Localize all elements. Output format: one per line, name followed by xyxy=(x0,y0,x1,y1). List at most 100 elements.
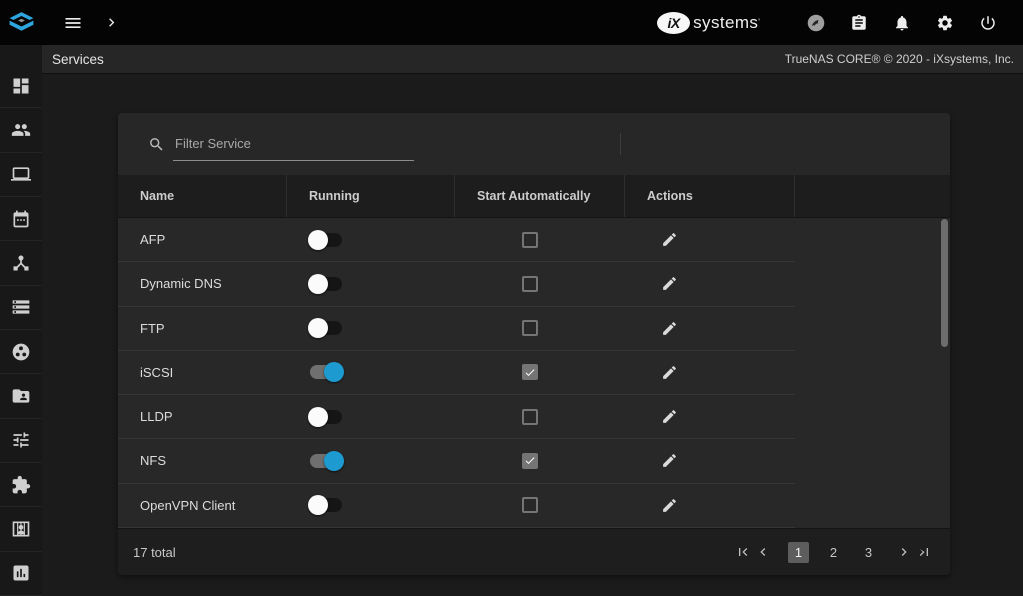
services-card: Name Running Start Automatically Actions… xyxy=(118,113,950,575)
hamburger-menu-icon xyxy=(63,13,83,33)
edit-pencil-icon xyxy=(661,320,678,337)
column-header[interactable]: Name xyxy=(118,175,287,217)
page-title: Services xyxy=(52,52,104,67)
truenas-account-button[interactable] xyxy=(803,14,829,32)
settings-button[interactable] xyxy=(932,14,958,32)
start-automatically-checkbox[interactable] xyxy=(522,276,538,292)
actions-cell xyxy=(625,449,795,473)
pager-nav-right xyxy=(894,544,934,560)
sidebar-item-icon xyxy=(11,519,31,539)
service-name: iSCSI xyxy=(118,365,287,380)
pager-nav-left xyxy=(733,544,773,560)
start-automatically-checkbox[interactable] xyxy=(522,409,538,425)
edit-pencil-icon xyxy=(661,408,678,425)
edit-service-button[interactable] xyxy=(657,228,681,252)
sidebar-item-icon xyxy=(11,342,31,362)
edit-pencil-icon xyxy=(661,452,678,469)
service-name: AFP xyxy=(118,232,287,247)
checkmark-icon xyxy=(524,454,536,467)
power-button[interactable] xyxy=(975,14,1001,32)
edit-pencil-icon xyxy=(661,364,678,381)
sidebar-item-icon xyxy=(11,297,31,317)
sidebar-item-network[interactable] xyxy=(0,241,42,285)
service-name: FTP xyxy=(118,321,287,336)
running-toggle[interactable] xyxy=(308,274,344,294)
sidebar-item-tasks[interactable] xyxy=(0,197,42,241)
sidebar-item-services[interactable] xyxy=(0,419,42,463)
sidebar-item-icon xyxy=(11,253,31,273)
edit-service-button[interactable] xyxy=(657,360,681,384)
actions-cell xyxy=(625,493,795,517)
previous-page-button[interactable] xyxy=(754,544,772,560)
navigate-forward-button[interactable] xyxy=(103,14,120,31)
sidebar-item-icon xyxy=(11,164,31,184)
start-automatically-cell xyxy=(455,497,625,513)
start-automatically-checkbox[interactable] xyxy=(522,453,538,469)
start-automatically-checkbox[interactable] xyxy=(522,232,538,248)
column-header[interactable]: Running xyxy=(287,175,455,217)
sidebar-item-reporting[interactable] xyxy=(0,552,42,596)
edit-service-button[interactable] xyxy=(657,316,681,340)
truenas-logo[interactable] xyxy=(0,0,42,45)
sidebar-item-icon xyxy=(11,386,31,406)
actions-cell xyxy=(625,405,795,429)
sidebar-item-dashboard[interactable] xyxy=(0,64,42,108)
start-automatically-checkbox[interactable] xyxy=(522,320,538,336)
last-page-button[interactable] xyxy=(915,544,933,560)
sidebar-item-plugins[interactable] xyxy=(0,463,42,507)
toggle-knob xyxy=(308,318,328,338)
edit-service-button[interactable] xyxy=(657,272,681,296)
page-button[interactable]: 3 xyxy=(858,542,879,563)
task-manager-button[interactable] xyxy=(846,14,872,32)
toggle-knob xyxy=(308,407,328,427)
start-automatically-cell xyxy=(455,232,625,248)
sidebar-item-icon xyxy=(11,475,31,495)
running-toggle[interactable] xyxy=(308,407,344,427)
sidebar-item-icon xyxy=(11,563,31,583)
table-row: FTP xyxy=(118,307,795,351)
sidebar-item-directory-services[interactable] xyxy=(0,330,42,374)
column-header[interactable]: Start Automatically xyxy=(455,175,625,217)
actions-cell xyxy=(625,360,795,384)
paginator: 1 2 3 xyxy=(733,542,934,563)
running-toggle[interactable] xyxy=(308,451,344,471)
first-page-button[interactable] xyxy=(734,544,752,560)
start-automatically-cell xyxy=(455,409,625,425)
table-row: Dynamic DNS xyxy=(118,262,795,306)
page-button[interactable]: 2 xyxy=(823,542,844,563)
start-automatically-checkbox[interactable] xyxy=(522,364,538,380)
table-row: AFP xyxy=(118,218,795,262)
sidebar-item-icon xyxy=(11,209,31,229)
toggle-knob xyxy=(308,274,328,294)
table-row: iSCSI xyxy=(118,351,795,395)
edit-pencil-icon xyxy=(661,497,678,514)
running-toggle[interactable] xyxy=(308,495,344,515)
truenas-box-icon xyxy=(8,11,35,34)
sidebar-item-system[interactable] xyxy=(0,153,42,197)
sidebar-item-sharing[interactable] xyxy=(0,374,42,418)
table-row: LLDP xyxy=(118,395,795,439)
running-toggle[interactable] xyxy=(308,362,344,382)
actions-cell xyxy=(625,228,795,252)
start-automatically-checkbox[interactable] xyxy=(522,497,538,513)
sidebar-item-icon xyxy=(11,76,31,96)
sidebar-item-jails[interactable] xyxy=(0,507,42,551)
page-button[interactable]: 1 xyxy=(788,542,809,563)
filter-service-input[interactable] xyxy=(173,127,414,161)
running-toggle[interactable] xyxy=(308,318,344,338)
edit-service-button[interactable] xyxy=(657,449,681,473)
running-toggle[interactable] xyxy=(308,230,344,250)
notifications-button[interactable] xyxy=(889,14,915,32)
sidebar-item-storage[interactable] xyxy=(0,286,42,330)
column-header[interactable]: Actions xyxy=(625,175,795,217)
breadcrumb-bar: Services TrueNAS CORE® © 2020 - iXsystem… xyxy=(42,45,1023,74)
running-cell xyxy=(287,362,455,382)
start-automatically-cell xyxy=(455,364,625,380)
sidenav-toggle-button[interactable] xyxy=(63,13,83,33)
edit-pencil-icon xyxy=(661,275,678,292)
next-page-button[interactable] xyxy=(895,544,913,560)
edit-service-button[interactable] xyxy=(657,405,681,429)
table-scrollbar-thumb[interactable] xyxy=(941,219,948,347)
sidebar-item-accounts[interactable] xyxy=(0,108,42,152)
edit-service-button[interactable] xyxy=(657,493,681,517)
